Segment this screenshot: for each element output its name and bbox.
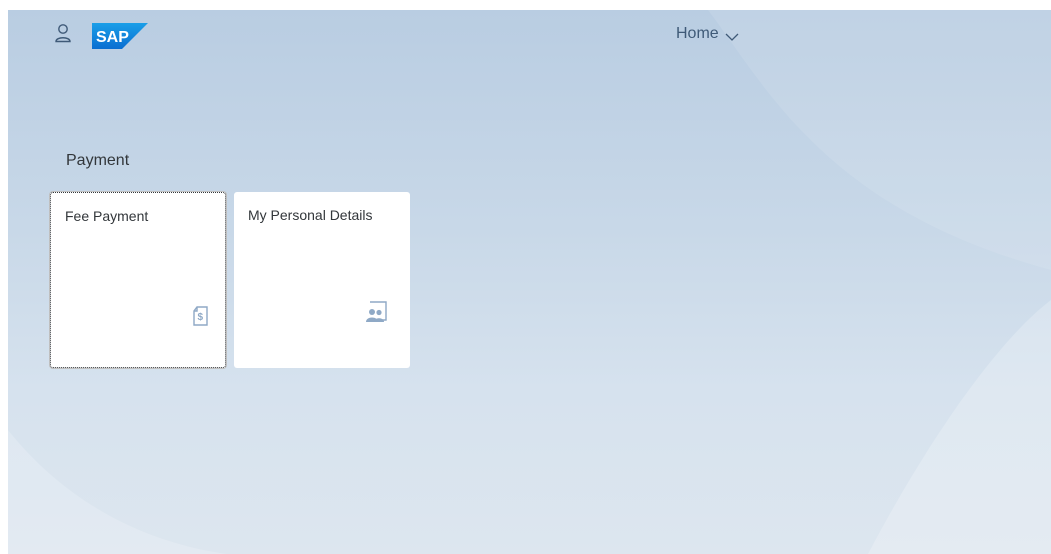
tile-my-personal-details[interactable]: My Personal Details [234, 192, 410, 368]
tile-title: Fee Payment [65, 208, 149, 224]
group-title-payment: Payment [66, 152, 130, 169]
chevron-down-icon [725, 29, 739, 41]
shell-header: SAP Home [8, 10, 1051, 58]
sap-logo: SAP [92, 23, 148, 49]
home-menu-label: Home [676, 25, 719, 42]
sap-logo-text: SAP [96, 29, 129, 46]
employee-group-icon [364, 300, 390, 326]
launchpad-shell: SAP Home Payment Fee Payment $ My Person… [8, 10, 1051, 554]
tile-fee-payment[interactable]: Fee Payment $ [50, 192, 226, 368]
svg-text:$: $ [198, 312, 204, 323]
document-dollar-icon: $ [191, 305, 213, 327]
tile-title: My Personal Details [248, 207, 373, 223]
home-menu-button[interactable]: Home [676, 23, 739, 45]
user-profile-icon[interactable] [54, 23, 72, 43]
